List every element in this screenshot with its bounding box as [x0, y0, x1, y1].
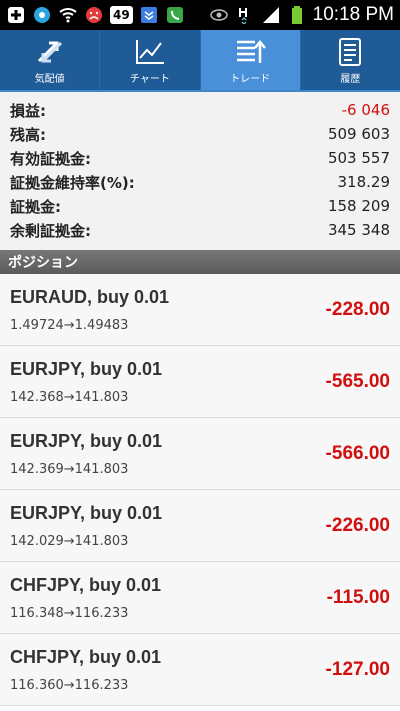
- battery-icon: [287, 5, 307, 25]
- status-bar: 49 10:18 PM: [0, 0, 400, 30]
- position-item[interactable]: EURAUD, buy 0.01 1.49724→1.49483 -228.00: [0, 274, 400, 346]
- h-signal-icon: [235, 5, 255, 25]
- history-icon: [333, 36, 367, 68]
- eye-icon: [209, 5, 229, 25]
- position-rates: 142.029→141.803: [10, 533, 129, 549]
- position-pnl: -226.00: [325, 514, 390, 536]
- position-title: CHFJPY, buy 0.01: [10, 646, 162, 667]
- tab-bar: 気配値 チャート トレード 履歴: [0, 30, 400, 92]
- arrows-icon: [33, 36, 67, 68]
- position-item[interactable]: CHFJPY, buy 0.01 116.348→116.233 -115.00: [0, 562, 400, 634]
- balance-value: 509 603: [327, 125, 390, 143]
- status-left-icons: 49: [6, 5, 185, 25]
- position-rates: 142.369→141.803: [10, 461, 129, 477]
- position-rates: 116.348→116.233: [10, 605, 129, 621]
- phone-notification-icon: [165, 5, 185, 25]
- position-pnl: -127.00: [325, 658, 390, 680]
- position-pnl: -228.00: [325, 298, 390, 320]
- position-rates: 1.49724→1.49483: [10, 317, 129, 333]
- sad-face-icon: [84, 5, 104, 25]
- tab-chart[interactable]: チャート: [100, 30, 201, 90]
- chart-icon: [133, 36, 167, 68]
- dropbox-icon: [139, 5, 159, 25]
- position-title: EURJPY, buy 0.01: [10, 502, 163, 523]
- trade-icon: [233, 36, 267, 68]
- equity-value: 503 557: [327, 149, 390, 167]
- tab-quotes[interactable]: 気配値: [0, 30, 101, 90]
- position-item[interactable]: CHFJPY, buy 0.01 116.360→116.233 -127.00: [0, 634, 400, 706]
- position-item[interactable]: EURJPY, buy 0.01 142.029→141.803 -226.00: [0, 490, 400, 562]
- margin-level-label: 証拠金維持率(%):: [10, 173, 135, 192]
- position-rates: 116.360→116.233: [10, 677, 129, 693]
- margin-level-value: 318.29: [337, 173, 391, 191]
- position-title: EURJPY, buy 0.01: [10, 358, 163, 379]
- positions-section-header: ポジション: [0, 250, 400, 274]
- profit-value: -6 046: [341, 101, 390, 119]
- margin-value: 158 209: [327, 197, 390, 215]
- profit-label: 損益:: [10, 101, 46, 120]
- signal-strength-icon: [261, 5, 281, 25]
- wifi-notification-icon: [58, 5, 78, 25]
- summary-row-free-margin: 余剰証拠金: 345 348: [10, 218, 390, 242]
- summary-row-equity: 有効証拠金: 503 557: [10, 146, 390, 170]
- position-title: EURAUD, buy 0.01: [10, 286, 170, 307]
- status-right-icons: 10:18 PM: [209, 4, 394, 26]
- position-pnl: -115.00: [326, 586, 390, 608]
- summary-row-margin-level: 証拠金維持率(%): 318.29: [10, 170, 390, 194]
- app-notification-icon: [32, 5, 52, 25]
- free-margin-label: 余剰証拠金:: [10, 221, 91, 240]
- tab-history[interactable]: 履歴: [301, 30, 400, 90]
- position-title: EURJPY, buy 0.01: [10, 430, 163, 451]
- tab-quotes-label: 気配値: [34, 73, 65, 85]
- equity-label: 有効証拠金:: [10, 149, 91, 168]
- margin-label: 証拠金:: [10, 197, 61, 216]
- position-item[interactable]: EURJPY, buy 0.01 142.368→141.803 -565.00: [0, 346, 400, 418]
- plus-notification-icon: [6, 5, 26, 25]
- position-item[interactable]: EURJPY, buy 0.01 142.369→141.803 -566.00: [0, 418, 400, 490]
- position-rates: 142.368→141.803: [10, 389, 129, 405]
- summary-row-balance: 残高: 509 603: [10, 122, 390, 146]
- position-pnl: -565.00: [325, 370, 390, 392]
- position-pnl: -566.00: [325, 442, 390, 464]
- tab-trade[interactable]: トレード: [200, 30, 301, 90]
- account-summary: 損益: -6 046 残高: 509 603 有効証拠金: 503 557 証拠…: [0, 92, 400, 250]
- balance-label: 残高:: [10, 125, 46, 144]
- free-margin-value: 345 348: [327, 221, 390, 239]
- tab-history-label: 履歴: [340, 73, 361, 85]
- position-title: CHFJPY, buy 0.01: [10, 574, 162, 595]
- positions-list: EURAUD, buy 0.01 1.49724→1.49483 -228.00…: [0, 274, 400, 706]
- tab-trade-label: トレード: [230, 73, 271, 85]
- tab-chart-label: チャート: [129, 73, 170, 85]
- status-time: 10:18 PM: [312, 4, 394, 25]
- summary-row-margin: 証拠金: 158 209: [10, 194, 390, 218]
- summary-row-profit: 損益: -6 046: [10, 98, 390, 122]
- notification-count-badge: 49: [110, 6, 133, 24]
